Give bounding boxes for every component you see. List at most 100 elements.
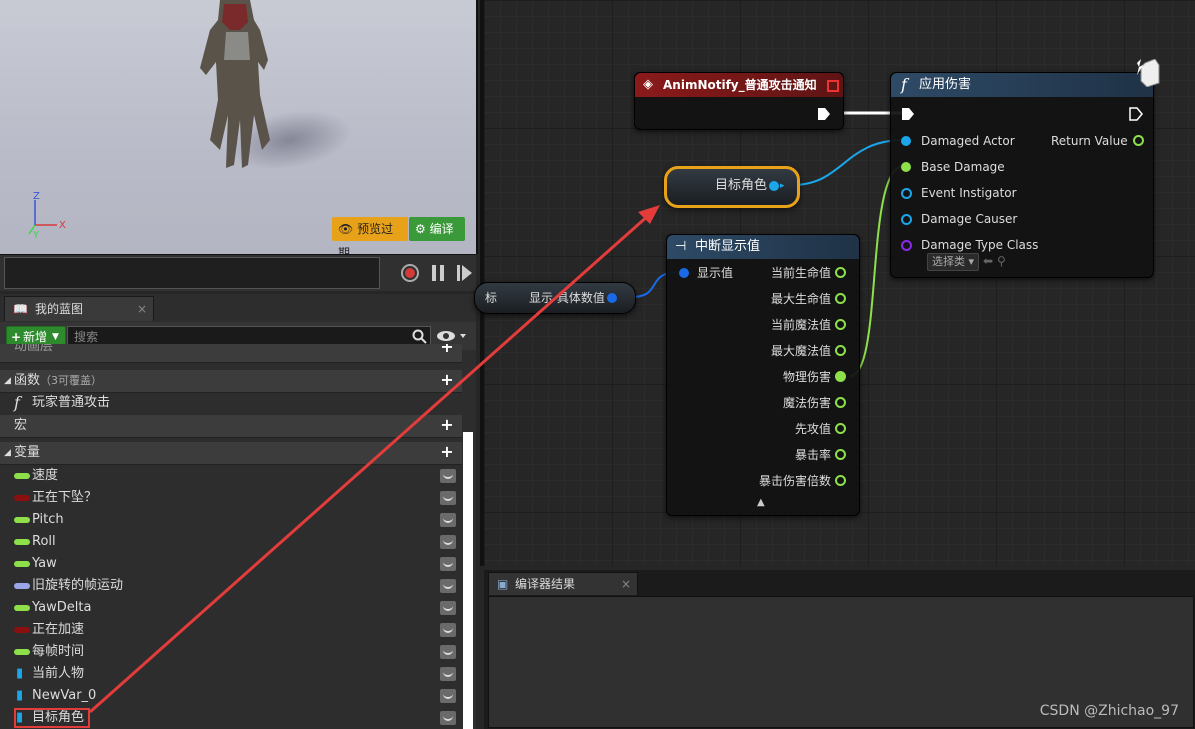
output-pin[interactable] [835,475,846,486]
timeline-field[interactable] [4,257,380,289]
target-var-pin[interactable] [769,181,779,191]
visibility-eye-icon[interactable] [440,469,456,483]
output-pin[interactable] [835,267,846,278]
visibility-eye-icon[interactable] [440,711,456,725]
variable-item[interactable]: 速度 [0,465,462,487]
category-variables[interactable]: ◢ 变量 + [0,442,462,465]
return-value-pin-dot[interactable] [1133,135,1144,146]
variable-item[interactable]: 正在下坠？ [0,487,462,509]
output-pin[interactable] [835,345,846,356]
book-icon: 📖 [13,302,28,316]
visibility-eye-icon[interactable] [440,557,456,571]
visibility-eye-icon[interactable] [440,601,456,615]
functions-override-note: （3可覆盖） [40,374,102,387]
select-class-dropdown[interactable]: 选择类 ▾ [927,253,980,271]
visibility-eye-icon[interactable] [440,513,456,527]
tab-my-blueprint-label: 我的蓝图 [35,302,84,316]
add-function-icon[interactable]: + [440,372,454,388]
variable-type-icon [14,605,30,611]
input-pin-label: Event Instigator [921,186,1017,200]
apply-damage-title: 应用伤害 [919,77,972,92]
visibility-eye-icon[interactable] [440,623,456,637]
browse-icon[interactable]: ⚲ [997,253,1006,269]
compile-button[interactable]: ⚙ 编译 [409,217,465,241]
add-macro-icon[interactable]: + [440,417,454,433]
delegate-pin-icon[interactable] [827,80,839,92]
output-pin-label: 暴击率 [794,448,831,462]
output-pin[interactable] [835,397,846,408]
tab-my-blueprint[interactable]: 📖 我的蓝图 × [4,296,154,321]
variable-type-icon [14,495,30,501]
visibility-eye-icon[interactable] [440,491,456,505]
function-item[interactable]: f 玩家普通攻击 [0,392,462,414]
axis-gizmo: Z X Y [28,191,66,240]
preview-outdated-button[interactable]: 👁 预览过期 [332,217,408,254]
record-icon[interactable] [400,263,420,283]
event-diamond-icon: ◈ [643,77,653,92]
scrollbar[interactable] [463,432,473,729]
category-anim-layers[interactable]: 动画层 + [0,344,462,363]
input-pin[interactable] [901,136,911,146]
variable-item[interactable]: 旧旋转的帧运动 [0,575,462,597]
input-pin[interactable] [901,214,912,225]
output-pin[interactable] [835,319,846,330]
exec-in-pin-icon[interactable] [901,107,915,121]
function-item-label: 玩家普通攻击 [32,395,111,410]
search-placeholder: 搜索 [74,330,99,344]
variable-item[interactable]: YawDelta [0,597,462,619]
visibility-eye-icon[interactable] [440,689,456,703]
variable-item[interactable]: 正在加速 [0,619,462,641]
output-pin-label: 当前生命值 [770,266,831,280]
visibility-eye-icon[interactable] [440,535,456,549]
input-pin-label: Damage Causer [921,212,1018,226]
tab-compiler-results[interactable]: ▣ 编译器结果 × [488,572,638,595]
character-model [200,0,270,168]
close-tab-icon[interactable]: × [621,573,631,595]
visibility-eye-icon[interactable] [440,667,456,681]
output-pin[interactable] [835,423,846,434]
pause-icon[interactable] [428,263,448,283]
break-display-value-node[interactable]: ⊣ 中断显示值 显示值 当前生命值 最大生命值 当前魔法值 最大魔法值 物理伤害 魔法伤害… [666,234,860,516]
variable-item[interactable]: ▮ NewVar_0 [0,685,462,707]
preview-viewport[interactable]: Z X Y 👁 预览过期 ⚙ 编译 [0,0,478,254]
event-graph[interactable]: ◈ AnimNotify_普通攻击通知 f 应用伤害 Damaged Actor… [474,0,1195,566]
display-var-partial-label: 标 [485,291,498,305]
apply-damage-node[interactable]: f 应用伤害 Damaged Actor Base Damage Event Ins… [890,59,1160,278]
input-pin[interactable] [901,240,912,251]
console-icon: ▣ [497,577,509,591]
use-selected-icon[interactable]: ⬅ [983,253,993,269]
break-node-header: ⊣ 中断显示值 [667,235,859,259]
input-pin[interactable] [901,188,912,199]
search-input[interactable]: 搜索 [67,326,431,346]
collapse-arrow-icon[interactable]: ▲ [757,497,765,508]
visibility-eye-icon[interactable] [440,645,456,659]
exec-out-pin-icon[interactable] [1129,107,1143,121]
variable-item[interactable]: Yaw [0,553,462,575]
category-functions-label: 函数 [14,373,41,388]
output-pin[interactable] [835,449,846,460]
visibility-eye-icon[interactable] [440,579,456,593]
close-tab-icon[interactable]: × [137,297,147,321]
output-pin[interactable] [835,293,846,304]
add-anim-layer-icon[interactable]: + [440,344,454,355]
view-options-icon[interactable] [436,328,470,344]
step-forward-icon[interactable] [454,263,474,283]
output-pin[interactable] [835,371,846,382]
display-var-pin[interactable] [607,293,617,303]
variable-item[interactable]: Pitch [0,509,462,531]
exec-out-pin-icon[interactable] [817,107,831,121]
display-value-var-node[interactable]: 标 显示 具体数值 [474,282,636,314]
category-functions[interactable]: ◢ 函数 （3可覆盖） + [0,370,462,393]
display-value-in-pin[interactable] [679,268,689,278]
return-value-pin[interactable]: Return Value [1051,133,1144,149]
target-character-var-node[interactable]: 目标角色 ▸ [664,166,800,208]
category-macros[interactable]: 宏 + [0,415,462,438]
variable-item[interactable]: ▮ 当前人物 [0,663,462,685]
add-variable-icon[interactable]: + [440,444,454,460]
input-pin[interactable] [901,162,911,172]
anim-notify-event-node[interactable]: ◈ AnimNotify_普通攻击通知 [634,72,844,130]
eye-icon: 👁 [338,222,354,236]
variable-name: 速度 [32,468,59,483]
variable-item[interactable]: Roll [0,531,462,553]
variable-item[interactable]: 每帧时间 [0,641,462,663]
